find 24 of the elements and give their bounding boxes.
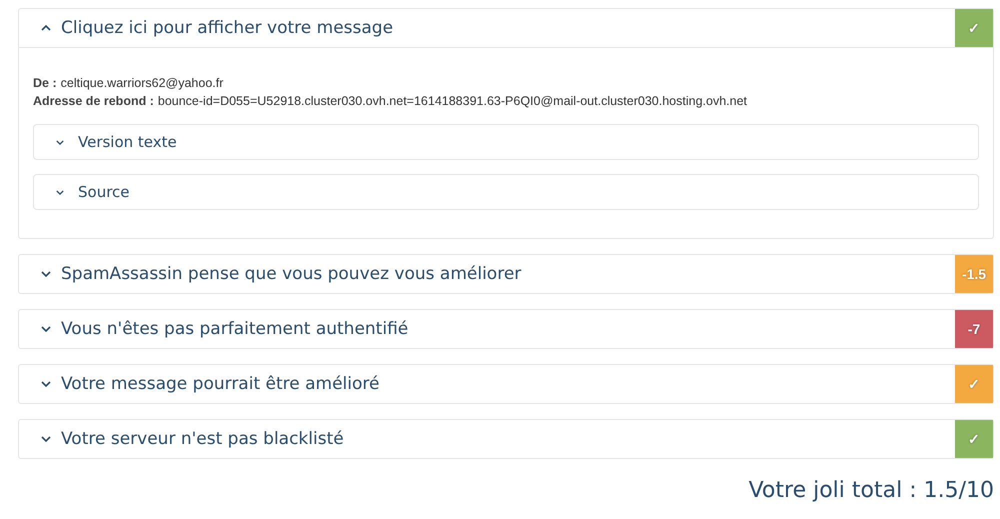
panel-header[interactable]: SpamAssassin pense que vous pouvez vous améliorer -1.5 bbox=[19, 255, 993, 293]
panel-title: Cliquez ici pour afficher votre message bbox=[61, 18, 394, 38]
panel-title: Votre message pourrait être amélioré bbox=[61, 374, 380, 394]
field-value: celtique.warriors62@yahoo.fr bbox=[60, 76, 224, 90]
panel-title: Votre serveur n'est pas blacklisté bbox=[61, 429, 345, 449]
panel-header[interactable]: Votre serveur n'est pas blacklisté ✓ bbox=[19, 420, 993, 458]
score-badge: ✓ bbox=[955, 9, 993, 47]
score-badge: ✓ bbox=[955, 420, 993, 458]
sub-panel[interactable]: Version texte bbox=[33, 124, 979, 160]
sub-panel-title: Version texte bbox=[78, 133, 177, 151]
panel-title: SpamAssassin pense que vous pouvez vous améliorer bbox=[61, 264, 522, 284]
panel-header[interactable]: Vous n'êtes pas parfaitement authentifié -7 bbox=[19, 310, 993, 348]
field-label: De : bbox=[33, 76, 57, 90]
score-badge: -7 bbox=[955, 310, 993, 348]
field-value: bounce-id=D055=U52918.cluster030.ovh.net=1614188391.63-P6QI0@mail-out.cluster030.hosting.ovh.net bbox=[158, 94, 748, 108]
panel-header[interactable]: Votre message pourrait être amélioré ✓ bbox=[19, 365, 993, 403]
total-score: Votre joli total : 1.5/10 bbox=[748, 478, 994, 503]
panel-header[interactable]: Cliquez ici pour afficher votre message ✓ bbox=[19, 9, 993, 47]
score-badge: -1.5 bbox=[955, 255, 993, 293]
panel-title: Vous n'êtes pas parfaitement authentifié bbox=[61, 319, 410, 339]
sub-panel[interactable]: Source bbox=[33, 174, 979, 210]
field-label: Adresse de rebond : bbox=[33, 94, 154, 108]
score-badge: ✓ bbox=[955, 365, 993, 403]
sub-panel-title: Source bbox=[78, 183, 130, 201]
